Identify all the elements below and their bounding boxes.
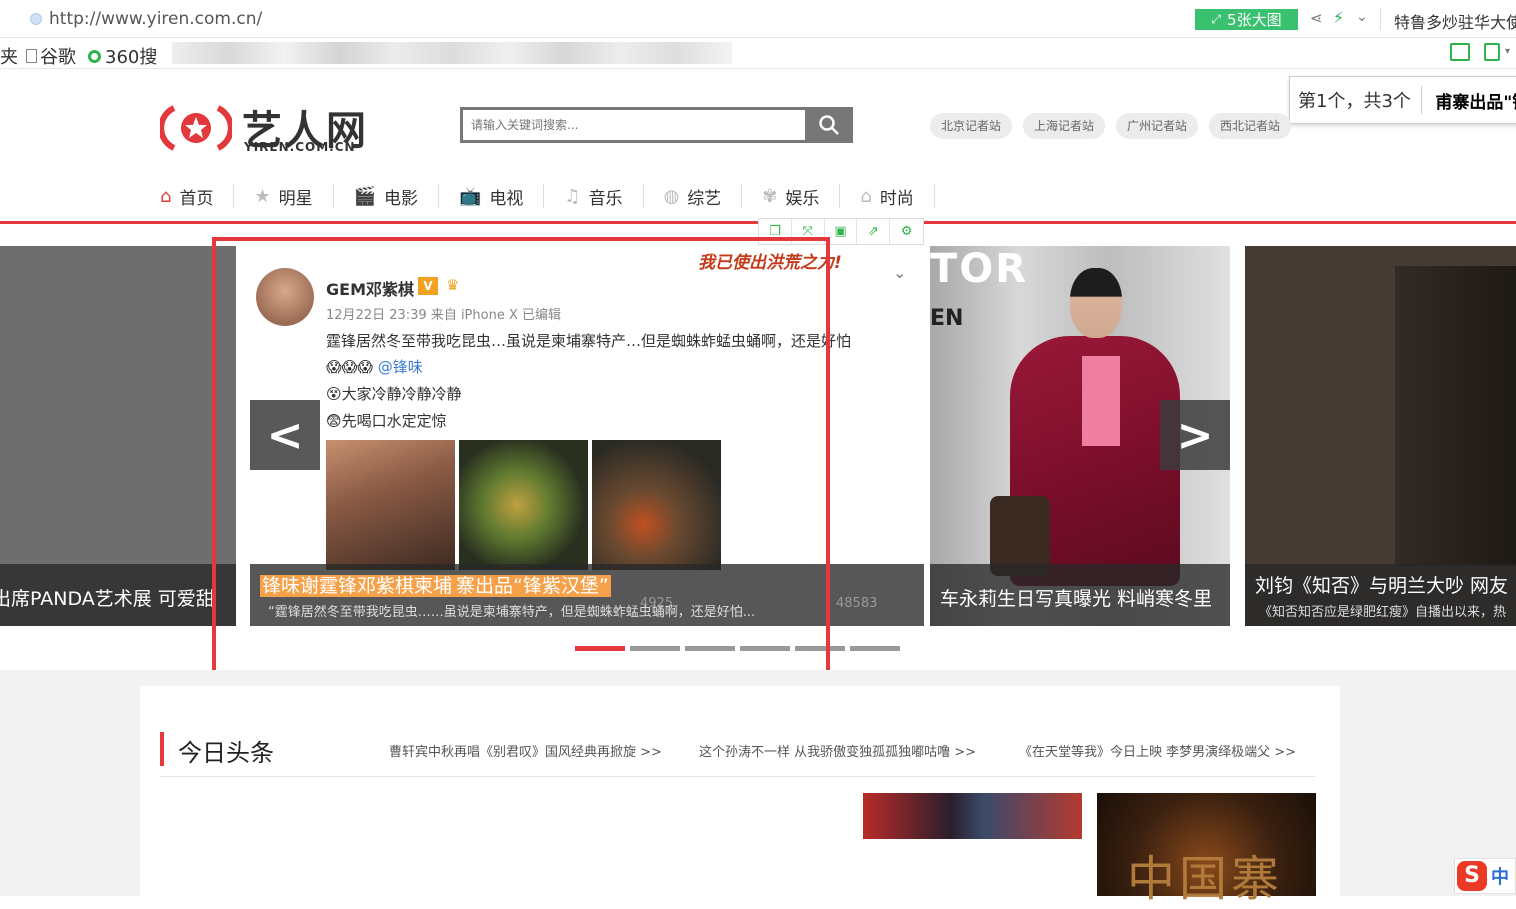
bookmark-google[interactable]: 谷歌	[26, 43, 76, 69]
expand-icon: ⤢	[1211, 12, 1222, 26]
music-icon: ♫	[564, 185, 581, 207]
search-button[interactable]	[805, 107, 853, 143]
station-beijing[interactable]: 北京记者站	[930, 113, 1013, 139]
news-thumbnail[interactable]	[863, 793, 1082, 839]
share-icon[interactable]: ⇗	[857, 219, 891, 244]
find-input[interactable]: 甫寨出品"锋	[1422, 88, 1516, 113]
search-input[interactable]	[460, 107, 805, 143]
film-icon: 🎬	[353, 185, 376, 207]
slide-right-2[interactable]: 刘钧《知否》与明兰大吵 网友 《知否知否应是绿肥红瘦》自播出以来，热	[1245, 246, 1516, 626]
site-search	[460, 107, 853, 143]
headline-link[interactable]: 曹轩宾中秋再唱《别君叹》国风经典再掀旋 >>	[389, 741, 662, 760]
slide-caption: 车永莉生日写真曝光 料峭寒冬里	[930, 564, 1230, 626]
ime-mode: 中	[1491, 867, 1509, 888]
divider	[1380, 8, 1381, 30]
address-bar[interactable]: http://www.yiren.com.cn/ ⤢ 5张大图 ⋖ ⚡ ⌄ 特鲁…	[0, 0, 1516, 38]
tv-icon: 📺	[459, 185, 482, 207]
extension-icon[interactable]	[1484, 43, 1500, 61]
nav-item-variety[interactable]: ◍ 综艺	[644, 184, 743, 209]
nav-label: 时尚	[879, 188, 914, 209]
headline-link[interactable]: 这个孙涛不一样 从我骄傲变独孤孤独嘟咕噜 >>	[699, 741, 976, 760]
page-icon	[26, 49, 37, 63]
news-thumbnail[interactable]: 中国寨	[1097, 793, 1316, 907]
photo-figure	[1395, 266, 1516, 566]
nav-label: 电视	[489, 188, 524, 209]
nav-item-fashion[interactable]: ⌂ 时尚	[840, 184, 935, 209]
nav-item-entertainment[interactable]: ✾ 娱乐	[742, 184, 841, 209]
slide-caption: 刘钧《知否》与明兰大吵 网友 《知否知否应是绿肥红瘦》自播出以来，热	[1245, 564, 1516, 626]
slide-caption: 出席PANDA艺术展 可爱甜	[0, 564, 236, 626]
chevron-down-icon: ⌄	[893, 263, 907, 282]
fashion-icon: ⌂	[860, 185, 872, 207]
headline-link[interactable]: 《在天堂等我》今日上映 李梦男演绎极端父 >>	[1019, 741, 1296, 760]
annotation-box	[212, 237, 830, 681]
ime-indicator[interactable]: S 中	[1454, 858, 1516, 894]
nav-label: 电影	[384, 188, 418, 209]
backdrop-sign: EN	[930, 306, 964, 331]
find-bar: 第1个，共3个 甫寨出品"锋	[1289, 76, 1516, 124]
blurred-bookmarks	[172, 42, 732, 64]
logo-subtitle: YIREN.COM.CN	[244, 140, 356, 154]
big-picture-button[interactable]: ⤢ 5张大图	[1195, 9, 1298, 30]
nav-label: 音乐	[588, 188, 623, 209]
search-icon	[819, 115, 839, 135]
nav-item-tv[interactable]: 📺 电视	[439, 184, 545, 209]
section-marker	[160, 732, 164, 766]
nav-label: 明星	[278, 188, 313, 209]
model-head	[1070, 268, 1122, 338]
bookmark-label: 谷歌	[40, 47, 76, 68]
carousel-dot[interactable]	[850, 646, 900, 651]
big-picture-label: 5张大图	[1227, 11, 1282, 29]
nav-label: 娱乐	[785, 188, 820, 209]
logo-icon[interactable]	[160, 104, 232, 152]
slide-subtitle: 《知否知否应是绿肥红瘦》自播出以来，热	[1259, 605, 1507, 620]
star-icon: ★	[254, 185, 271, 207]
bolt-icon[interactable]: ⚡	[1333, 8, 1344, 27]
entertainment-icon: ✾	[762, 185, 778, 207]
slide-title: 出席PANDA艺术展 可爱甜	[0, 588, 215, 610]
360-icon	[88, 49, 101, 63]
slide-title: 刘钧《知否》与明兰大吵 网友	[1255, 575, 1509, 597]
bookmark-label: 360搜	[105, 47, 158, 68]
bookmarks-bar: 夹 谷歌 360搜 ▾	[0, 38, 1516, 69]
news-ticker[interactable]: 特鲁多炒驻华大使	[1394, 9, 1516, 33]
station-shanghai[interactable]: 上海记者站	[1023, 113, 1106, 139]
nav-item-film[interactable]: 🎬 电影	[334, 184, 439, 209]
find-count: 第1个，共3个	[1298, 91, 1411, 112]
nav-item-music[interactable]: ♫ 音乐	[544, 184, 644, 209]
slide-title: 车永莉生日写真曝光 料峭寒冬里	[940, 588, 1213, 610]
carousel-next-button[interactable]: >	[1160, 400, 1230, 470]
backdrop-sign: TOR	[930, 246, 1029, 292]
bookmark-folder[interactable]: 夹	[0, 43, 18, 69]
url-text[interactable]: http://www.yiren.com.cn/	[49, 9, 262, 29]
reader-icon[interactable]	[1450, 43, 1470, 61]
station-xibei[interactable]: 西北记者站	[1209, 113, 1292, 139]
model-shirt	[1082, 356, 1120, 446]
bookmark-360[interactable]: 360搜	[88, 43, 157, 69]
nav-item-star[interactable]: ★ 明星	[234, 184, 334, 209]
main-nav: ⌂ 首页 ★ 明星 🎬 电影 📺 电视 ♫ 音乐 ◍ 综艺 ✾ 娱乐 ⌂ 时尚	[160, 180, 935, 212]
nav-label: 首页	[179, 188, 214, 209]
divider	[160, 776, 1316, 777]
nav-item-home[interactable]: ⌂ 首页	[160, 184, 235, 209]
home-icon: ⌂	[160, 185, 172, 207]
like-count: 48583	[836, 596, 878, 611]
station-guangzhou[interactable]: 广州记者站	[1116, 113, 1199, 139]
thumbnail-text: 中国寨	[1127, 851, 1284, 907]
share-icon[interactable]: ⋖	[1310, 9, 1323, 27]
slide-left[interactable]: 出席PANDA艺术展 可爱甜	[0, 246, 236, 626]
variety-icon: ◍	[663, 185, 680, 207]
chevron-down-icon[interactable]: ▾	[1505, 46, 1510, 57]
site-info-icon[interactable]	[30, 13, 42, 25]
settings-icon[interactable]: ⚙	[890, 219, 923, 244]
sogou-icon: S	[1457, 861, 1487, 891]
nav-label: 综艺	[687, 188, 722, 209]
chevron-down-icon[interactable]: ⌄	[1356, 9, 1368, 25]
section-title: 今日头条	[178, 739, 274, 767]
